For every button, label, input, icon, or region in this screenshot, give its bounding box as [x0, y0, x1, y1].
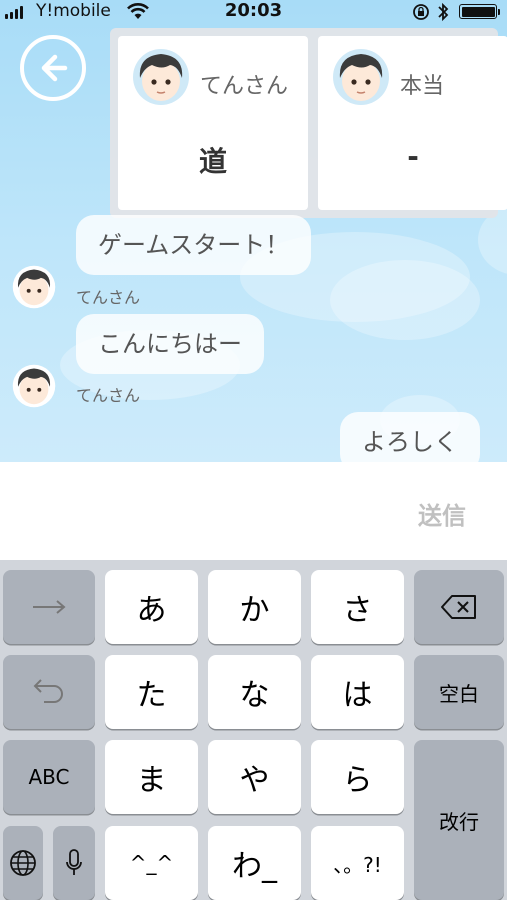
message-text: こんにちはー — [98, 330, 242, 358]
kana-key[interactable]: ま — [105, 740, 198, 814]
kana-key[interactable]: か — [208, 570, 301, 644]
player-avatar — [333, 49, 389, 105]
back-button[interactable] — [20, 35, 86, 101]
kana-key[interactable]: わ_ — [208, 826, 301, 900]
send-button[interactable]: 送信 — [418, 496, 466, 531]
backspace-icon — [441, 595, 476, 619]
dictation-key[interactable] — [53, 826, 95, 900]
undo-key[interactable] — [3, 655, 95, 729]
sender-name: てんさん — [76, 386, 141, 405]
kana-key[interactable]: ら — [311, 740, 404, 814]
emoticon-key[interactable]: ^_^ — [105, 826, 198, 900]
arrow-left-icon — [41, 54, 68, 82]
bluetooth-icon — [438, 2, 449, 22]
message-bubble-own: よろしく — [340, 412, 480, 462]
kana-key[interactable]: た — [105, 655, 198, 729]
player-name: てんさん — [200, 74, 289, 99]
cloud-decoration — [330, 260, 480, 340]
kana-key[interactable]: や — [208, 740, 301, 814]
kana-key[interactable]: な — [208, 655, 301, 729]
battery-icon — [459, 4, 497, 19]
status-bar: Y!mobile 20:03 — [0, 0, 507, 24]
sender-avatar — [12, 364, 56, 408]
punctuation-key[interactable]: 、。?! — [311, 826, 404, 900]
microphone-icon — [66, 849, 82, 875]
sender-avatar — [12, 265, 56, 309]
kana-key[interactable]: は — [311, 655, 404, 729]
player-cards: てんさん 道 本当 - — [110, 28, 507, 218]
return-key[interactable]: 改行 — [414, 740, 504, 900]
battery-tip — [498, 9, 500, 15]
message-bubble: ゲームスタート！ — [76, 215, 312, 275]
keyboard: ABC あ か さ た な は ま や ら ^_^ わ_ 、。?! 空白 改行 — [0, 560, 507, 900]
player-word: 道 — [198, 145, 227, 178]
chat-area: てんさん 道 本当 - ゲームスタート！ てんさん こんにちはー てんさん よろ… — [0, 0, 507, 462]
next-candidate-key[interactable] — [3, 570, 95, 644]
arrow-right-icon — [33, 600, 66, 614]
kana-key[interactable]: あ — [105, 570, 198, 644]
message-input[interactable] — [10, 482, 400, 540]
kana-key[interactable]: さ — [311, 570, 404, 644]
message-text: ゲームスタート！ — [98, 231, 290, 259]
globe-key[interactable] — [3, 826, 43, 900]
player-card: 本当 - — [318, 36, 507, 210]
player-name: 本当 — [400, 74, 445, 99]
message-text: よろしく — [362, 428, 458, 456]
sender-name: てんさん — [76, 288, 141, 307]
undo-icon — [33, 679, 63, 703]
backspace-key[interactable] — [414, 570, 504, 644]
player-word: - — [407, 140, 419, 173]
abc-key[interactable]: ABC — [3, 740, 95, 814]
message-bubble: こんにちはー — [76, 314, 264, 374]
space-key[interactable]: 空白 — [414, 655, 504, 729]
rotation-lock-icon — [413, 4, 429, 20]
player-avatar — [133, 49, 189, 105]
status-time: 20:03 — [224, 0, 283, 21]
player-card: てんさん 道 — [118, 36, 308, 210]
globe-icon — [10, 850, 36, 876]
